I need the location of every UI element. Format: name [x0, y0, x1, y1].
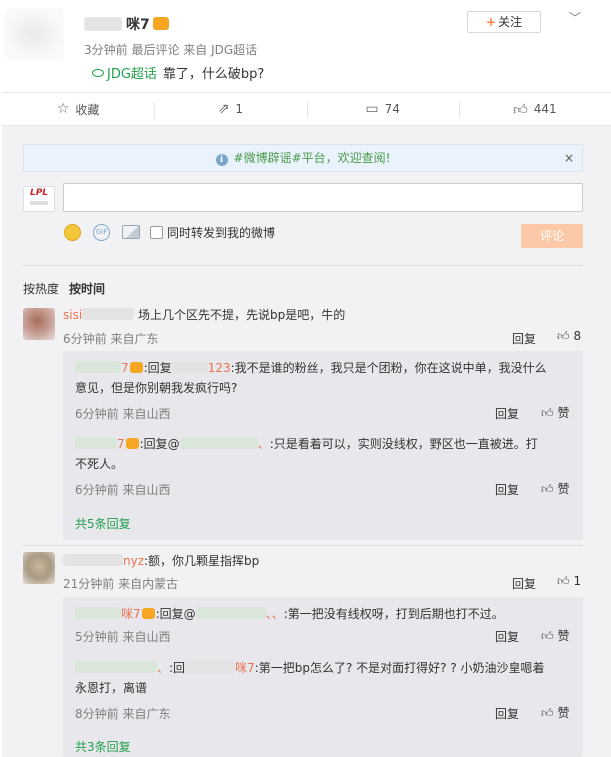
sort-time-tab[interactable]: 按时间	[69, 282, 105, 296]
weibo-post: 咪7 3分钟前 最后评论 来自 JDG超话 JDG超话 靠了，什么破bp? + 关注…	[0, 0, 611, 92]
reply-author[interactable]: 7	[75, 361, 129, 375]
reply-button[interactable]: 回复	[512, 330, 536, 347]
reply-author[interactable]: 、	[75, 661, 169, 675]
repost-button[interactable]: ⇗ 1	[154, 93, 306, 125]
vip-badge-icon	[125, 438, 139, 449]
submit-comment-button[interactable]: 评论	[521, 224, 583, 248]
action-bar: ☆ 收藏 ⇗ 1 ▭ 74 👍︎ 441	[2, 92, 611, 126]
like-icon: 👍︎	[541, 406, 554, 420]
like-icon: 👍︎	[541, 706, 554, 720]
comment-meta: 6分钟前 来自广东	[63, 332, 159, 346]
close-icon[interactable]: ×	[564, 145, 574, 171]
reply-like-button[interactable]: 👍︎ 赞	[541, 404, 570, 421]
vip-badge-icon	[141, 608, 155, 619]
author-avatar[interactable]	[4, 8, 64, 60]
like-icon: 👍︎	[541, 482, 554, 496]
reply-author[interactable]: 7	[75, 437, 125, 451]
my-avatar: LPL	[23, 186, 55, 212]
divider	[23, 545, 583, 546]
topic-icon	[92, 69, 104, 77]
reply-like-button[interactable]: 👍︎ 赞	[541, 627, 570, 644]
avatar[interactable]	[23, 308, 55, 340]
follow-button[interactable]: + 关注	[467, 11, 541, 33]
like-icon: 👍︎	[557, 574, 570, 588]
sort-tabs: 按热度 按时间	[23, 280, 105, 297]
repost-checkbox[interactable]	[150, 225, 163, 239]
author-name[interactable]: 咪7	[84, 14, 169, 34]
reply-meta: 8分钟前 来自广东	[75, 707, 171, 721]
reply-text: 、:回 咪7:第一把bp怎么了? 不是对面打得好? ? 小奶油沙皇嗯着 永恩打，离谱	[75, 661, 545, 695]
like-icon: 👍︎	[513, 101, 528, 118]
comment-icon: ▭	[365, 101, 379, 117]
reply-target[interactable]: 、	[179, 437, 270, 451]
composer-tools: GIF 同时转发到我的微博	[64, 222, 275, 242]
reply-like-button[interactable]: 👍︎ 赞	[541, 480, 570, 497]
post-meta: 3分钟前 最后评论 来自 JDG超话	[84, 43, 258, 57]
reply-button[interactable]: 回复	[512, 575, 536, 592]
comment-author[interactable]: nyz	[63, 554, 144, 568]
reply-button[interactable]: 回复	[495, 405, 519, 422]
reply-author[interactable]: 咪7	[75, 607, 141, 621]
reply-like-button[interactable]: 👍︎ 赞	[541, 704, 570, 721]
comment-text: nyz:额，你几颗星指挥bp	[63, 551, 259, 571]
vip-badge-icon	[129, 362, 143, 373]
comment-input[interactable]	[63, 183, 583, 212]
star-icon: ☆	[56, 101, 70, 117]
reply-button[interactable]: 回复	[495, 481, 519, 498]
reply-meta: 5分钟前 来自山西	[75, 630, 171, 644]
avatar[interactable]	[23, 552, 55, 584]
favorite-button[interactable]: ☆ 收藏	[2, 93, 154, 125]
reply-target[interactable]: 123	[171, 361, 231, 375]
more-replies-link[interactable]: 共5条回复	[75, 515, 131, 532]
image-icon[interactable]	[122, 225, 140, 239]
comment-like-button[interactable]: 👍︎ 1	[557, 574, 581, 589]
comment-button[interactable]: ▭ 74	[306, 93, 459, 125]
like-button[interactable]: 👍︎ 441	[458, 93, 611, 125]
reply-button[interactable]: 回复	[495, 705, 519, 722]
reply-target[interactable]: 、、	[195, 607, 284, 621]
like-icon: 👍︎	[557, 329, 570, 343]
reply-target[interactable]: 咪7	[185, 661, 255, 675]
info-icon: i	[215, 154, 228, 166]
gif-icon[interactable]: GIF	[93, 223, 110, 241]
reply-text: 7:回复@ 、:只是看着可以，实则没线权，野区也一直被进。打 不死人。	[75, 437, 538, 471]
comment-meta: 21分钟前 来自内蒙古	[63, 577, 179, 591]
more-replies-link[interactable]: 共3条回复	[75, 738, 131, 755]
plus-icon: +	[485, 15, 497, 29]
rumor-notice[interactable]: i #微博辟谣#平台，欢迎查阅! ×	[23, 144, 583, 172]
comment-text: sisi 场上几个区先不提，先说bp是吧，牛的	[63, 308, 346, 322]
reply-meta: 6分钟前 来自山西	[75, 407, 171, 421]
comment-like-button[interactable]: 👍︎ 8	[557, 329, 581, 344]
post-text: JDG超话 靠了，什么破bp?	[92, 63, 264, 82]
reply-text: 咪7:回复@ 、、:第一把没有线权呀，打到后期也打不过。	[75, 604, 575, 624]
topic-link[interactable]: JDG超话	[92, 67, 157, 82]
divider	[23, 265, 583, 266]
like-icon: 👍︎	[541, 629, 554, 643]
comment-author[interactable]: sisi	[63, 308, 135, 322]
reply-button[interactable]: 回复	[495, 628, 519, 645]
reply-meta: 6分钟前 来自山西	[75, 483, 171, 497]
chevron-down-icon[interactable]: ﹀	[569, 9, 581, 26]
sort-hot-tab[interactable]: 按热度	[23, 282, 59, 296]
vip-badge-icon	[152, 17, 169, 30]
emoji-icon[interactable]	[64, 223, 81, 241]
reply-text: 7:回复 123:我不是谁的粉丝，我只是个团粉，你在这说中单，我没什么 意见，但是你…	[75, 361, 547, 395]
repost-icon: ⇗	[217, 101, 230, 117]
repost-checkbox-label: 同时转发到我的微博	[167, 225, 276, 240]
